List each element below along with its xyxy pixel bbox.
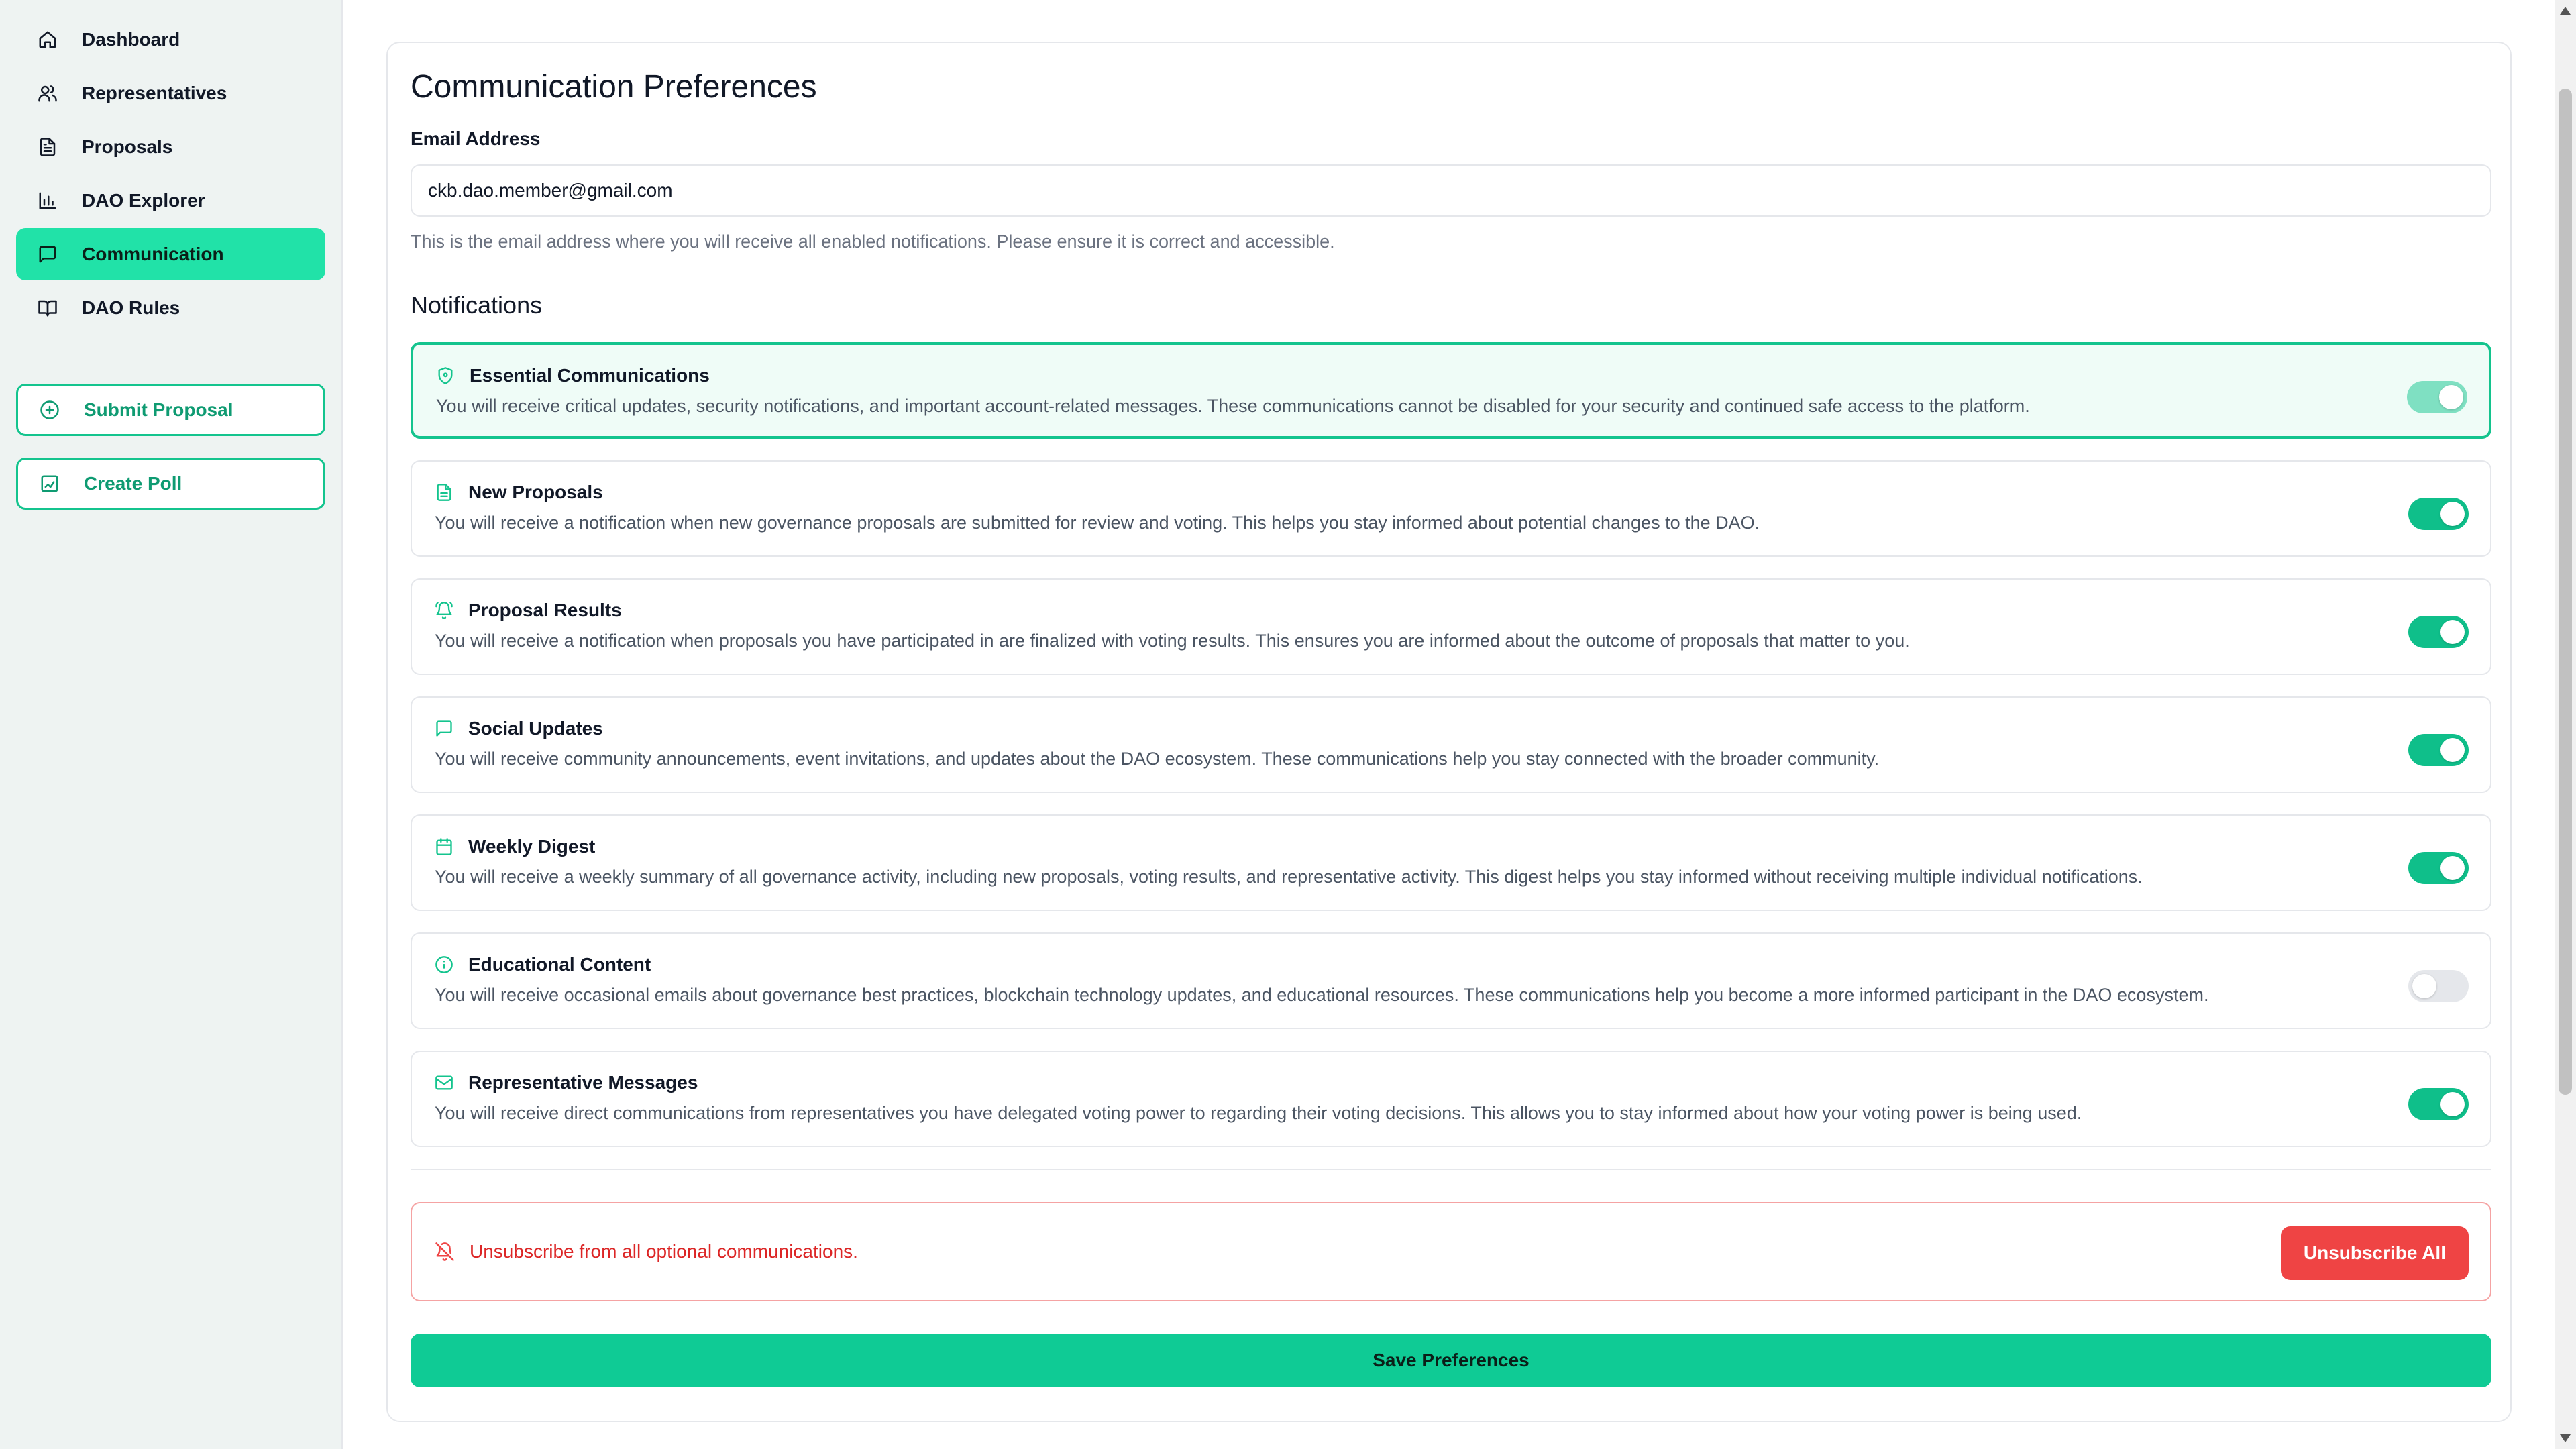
notification-description: You will receive a weekly summary of all… [435, 867, 2143, 887]
sidebar-item-label: DAO Rules [82, 297, 180, 318]
notification-description: You will receive a notification when new… [435, 513, 1760, 533]
sidebar-item-dashboard[interactable]: Dashboard [16, 13, 325, 66]
sidebar-item-dao-explorer[interactable]: DAO Explorer [16, 174, 325, 227]
notification-description: You will receive occasional emails about… [435, 985, 2209, 1005]
sidebar-item-proposals[interactable]: Proposals [16, 121, 325, 173]
message-square-icon [435, 719, 453, 738]
email-helper-text: This is the email address where you will… [411, 231, 1335, 252]
unsubscribe-text: Unsubscribe from all optional communicat… [470, 1241, 858, 1262]
sidebar-item-label: DAO Explorer [82, 190, 205, 211]
toggle-knob [2439, 385, 2463, 409]
representative-messages-toggle[interactable] [2408, 1088, 2469, 1120]
toggle-knob [2440, 856, 2465, 880]
notification-description: You will receive critical updates, secur… [436, 396, 2030, 416]
notifications-list: Essential Communications You will receiv… [411, 342, 2491, 1147]
notification-essential-communications: Essential Communications You will receiv… [411, 342, 2491, 439]
home-icon [38, 30, 58, 50]
sidebar-item-dao-rules[interactable]: DAO Rules [16, 282, 325, 334]
bell-ring-icon [435, 601, 453, 620]
notification-title: Essential Communications [470, 365, 710, 386]
scrollbar[interactable] [2555, 0, 2576, 1449]
page-title: Communication Preferences [411, 69, 817, 105]
notification-new-proposals: New Proposals You will receive a notific… [411, 460, 2491, 557]
calendar-icon [435, 837, 453, 856]
notification-title: Representative Messages [468, 1072, 698, 1093]
toggle-knob [2440, 1092, 2465, 1116]
sidebar-item-label: Representatives [82, 83, 227, 103]
social-updates-toggle[interactable] [2408, 734, 2469, 766]
notification-representative-messages: Representative Messages You will receive… [411, 1051, 2491, 1147]
sidebar: Dashboard Representatives Proposals DAO … [0, 0, 343, 1449]
email-label: Email Address [411, 128, 541, 149]
email-field[interactable] [411, 164, 2491, 217]
notification-title: New Proposals [468, 482, 603, 502]
sidebar-item-label: Communication [82, 244, 224, 264]
educational-content-toggle[interactable] [2408, 970, 2469, 1002]
mail-icon [435, 1073, 453, 1092]
toggle-knob [2412, 974, 2436, 998]
create-poll-label: Create Poll [84, 473, 182, 494]
proposal-results-toggle[interactable] [2408, 616, 2469, 648]
new-proposals-toggle[interactable] [2408, 498, 2469, 530]
preferences-card: Communication Preferences Email Address … [386, 42, 2512, 1422]
shield-icon [436, 366, 455, 385]
save-preferences-button[interactable]: Save Preferences [411, 1334, 2491, 1387]
plus-circle-icon [40, 400, 60, 420]
bar-chart-icon [38, 191, 58, 211]
notification-educational-content: Educational Content You will receive occ… [411, 932, 2491, 1029]
notification-social-updates: Social Updates You will receive communit… [411, 696, 2491, 793]
submit-proposal-label: Submit Proposal [84, 399, 233, 420]
poll-icon [40, 474, 60, 494]
scroll-down-arrow-icon[interactable] [2560, 1434, 2571, 1442]
notification-title: Social Updates [468, 718, 603, 739]
info-icon [435, 955, 453, 974]
notification-weekly-digest: Weekly Digest You will receive a weekly … [411, 814, 2491, 911]
file-text-icon [435, 483, 453, 502]
unsubscribe-panel: Unsubscribe from all optional communicat… [411, 1202, 2491, 1301]
toggle-knob [2440, 738, 2465, 762]
toggle-knob [2440, 620, 2465, 644]
bell-off-icon [435, 1242, 455, 1262]
notifications-heading: Notifications [411, 291, 543, 319]
notification-description: You will receive community announcements… [435, 749, 1880, 769]
submit-proposal-button[interactable]: Submit Proposal [16, 384, 325, 436]
scroll-thumb[interactable] [2559, 89, 2572, 1095]
notification-proposal-results: Proposal Results You will receive a noti… [411, 578, 2491, 675]
scroll-up-arrow-icon[interactable] [2560, 7, 2571, 15]
toggle-knob [2440, 502, 2465, 526]
create-poll-button[interactable]: Create Poll [16, 458, 325, 510]
users-icon [38, 83, 58, 103]
sidebar-item-representatives[interactable]: Representatives [16, 67, 325, 119]
file-text-icon [38, 137, 58, 157]
weekly-digest-toggle[interactable] [2408, 852, 2469, 884]
notification-description: You will receive direct communications f… [435, 1103, 2082, 1123]
notification-description: You will receive a notification when pro… [435, 631, 1910, 651]
divider [411, 1169, 2491, 1170]
book-open-icon [38, 298, 58, 318]
notification-title: Educational Content [468, 954, 651, 975]
sidebar-item-communication[interactable]: Communication [16, 228, 325, 280]
sidebar-item-label: Proposals [82, 136, 173, 157]
message-square-icon [38, 244, 58, 264]
essential-toggle [2407, 381, 2467, 413]
sidebar-item-label: Dashboard [82, 29, 180, 50]
notification-title: Proposal Results [468, 600, 622, 621]
unsubscribe-all-button[interactable]: Unsubscribe All [2280, 1226, 2469, 1280]
notification-title: Weekly Digest [468, 836, 596, 857]
